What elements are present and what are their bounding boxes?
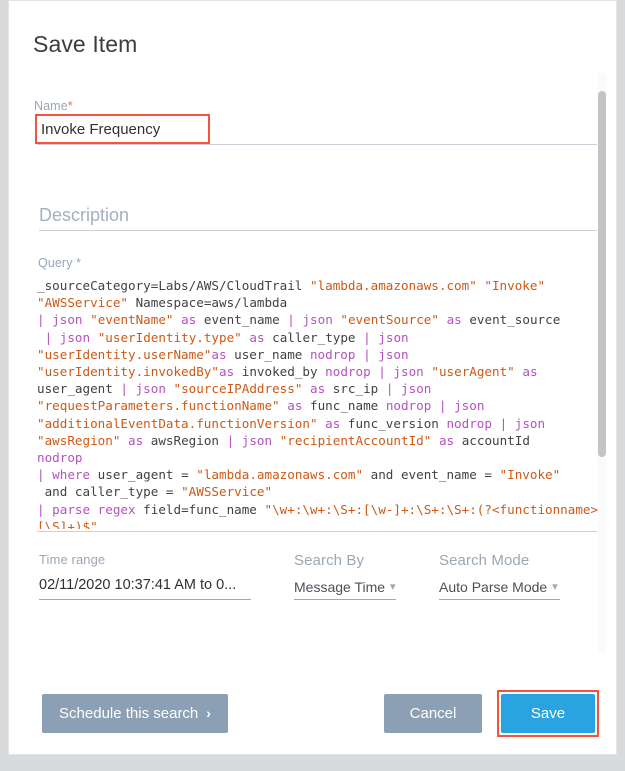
query-editor[interactable]: _sourceCategory=Labs/AWS/CloudTrail "lam… [37, 277, 609, 529]
dialog-scrollbar-thumb[interactable] [598, 91, 606, 457]
schedule-button-label: Schedule this search [59, 705, 198, 722]
name-input-wrapper[interactable] [37, 115, 209, 143]
query-field-underline [37, 531, 597, 532]
query-field-label: Query * [38, 256, 81, 270]
search-mode-value: Auto Parse Mode [439, 579, 547, 595]
time-range-underline [39, 599, 251, 600]
cancel-button[interactable]: Cancel [384, 694, 482, 733]
search-mode-underline [439, 599, 560, 600]
chevron-right-icon: › [206, 705, 211, 721]
query-code-text: _sourceCategory=Labs/AWS/CloudTrail "lam… [37, 277, 609, 529]
name-input[interactable] [37, 115, 209, 143]
time-range-value[interactable]: 02/11/2020 10:37:41 AM to 0... [39, 577, 236, 593]
description-field-underline [39, 230, 597, 231]
description-input[interactable] [39, 201, 594, 229]
chevron-down-icon[interactable]: ▾ [390, 580, 396, 593]
name-field-underline [37, 144, 597, 145]
search-mode-select[interactable]: Auto Parse Mode ▾ [439, 579, 558, 595]
search-mode-label: Search Mode [439, 552, 529, 569]
save-item-dialog: Save Item Name* Query * _sourceCategory=… [8, 0, 617, 755]
background-ghost-text [10, 759, 14, 769]
dialog-scroll-body: Save Item Name* Query * _sourceCategory=… [9, 1, 616, 673]
search-by-select[interactable]: Message Time ▾ [294, 579, 396, 595]
chevron-down-icon[interactable]: ▾ [552, 580, 558, 593]
search-by-label: Search By [294, 552, 364, 569]
required-marker: * [68, 99, 73, 113]
page-title: Save Item [33, 31, 137, 58]
schedule-this-search-button[interactable]: Schedule this search › [42, 694, 228, 733]
time-range-label: Time range [39, 552, 105, 567]
save-button[interactable]: Save [501, 694, 595, 733]
search-by-value: Message Time [294, 579, 385, 595]
page-background-strip [0, 755, 625, 771]
search-by-underline [294, 599, 396, 600]
screen: Save Item Name* Query * _sourceCategory=… [0, 0, 625, 771]
name-field-label: Name* [34, 99, 73, 113]
